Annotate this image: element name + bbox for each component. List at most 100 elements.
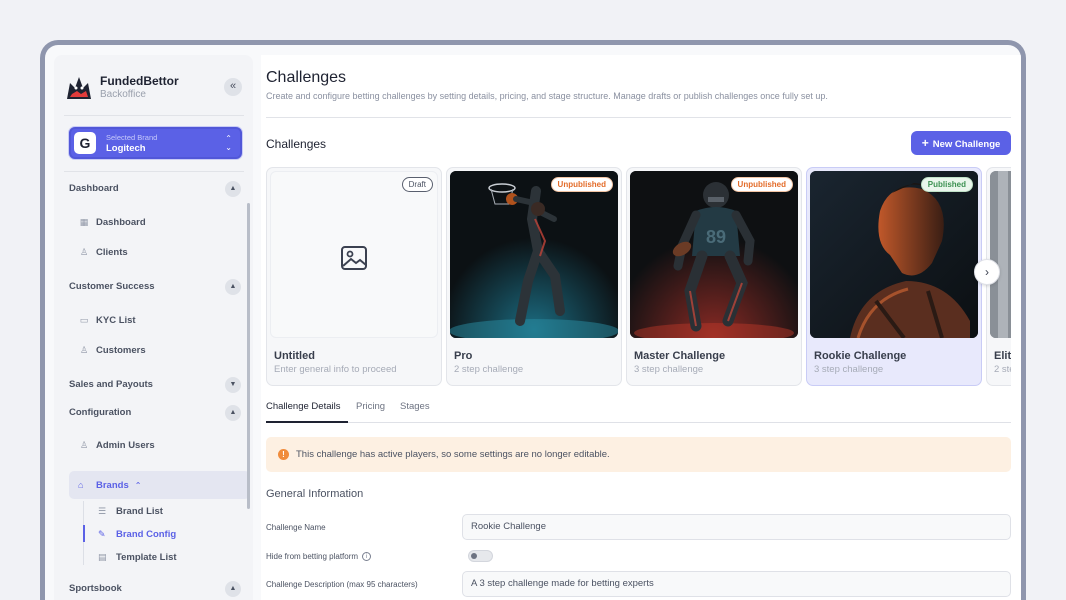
app-frame: FundedBettor Backoffice « G Selected Bra…	[40, 40, 1026, 600]
hide-platform-toggle[interactable]	[468, 550, 493, 562]
divider	[64, 115, 244, 116]
sidebar-item-kyc-list[interactable]: ▭ KYC List	[78, 315, 136, 326]
sidebar-item-label: Customers	[96, 345, 146, 356]
challenge-description-label: Challenge Description (max 95 characters…	[266, 580, 418, 589]
collapse-sidebar-icon[interactable]: «	[224, 78, 242, 96]
nav-section-customer-success[interactable]: Customer Success	[69, 281, 155, 292]
sidebar-item-clients[interactable]: ♙ Clients	[78, 247, 128, 258]
list-icon: ☰	[98, 506, 107, 516]
card-image-placeholder	[270, 171, 438, 338]
brand-select-label: Selected Brand	[106, 133, 158, 142]
sidebar-subitem-template-list[interactable]: ▤ Template List	[98, 552, 177, 563]
sidebar-item-label: Admin Users	[96, 440, 155, 451]
form-section-title: General Information	[266, 488, 364, 500]
divider	[266, 117, 1011, 118]
challenge-card-pro[interactable]: Unpublished Pro 2 step challenge	[446, 167, 622, 386]
chevron-down-icon[interactable]: ▼	[225, 377, 241, 393]
chevron-up-icon[interactable]: ▲	[225, 581, 241, 597]
card-title: Pro	[454, 350, 473, 362]
id-card-icon: ▭	[79, 315, 89, 325]
football-player-image: 89	[630, 171, 798, 338]
warning-alert: ! This challenge has active players, so …	[266, 437, 1011, 472]
card-image: 89	[630, 171, 798, 338]
card-image	[810, 171, 978, 338]
store-icon: ⌂	[78, 480, 84, 490]
grid-icon: ▦	[79, 217, 89, 227]
chevron-up-icon[interactable]: ▲	[225, 181, 241, 197]
card-description: Enter general info to proceed	[274, 364, 397, 375]
card-title: Untitled	[274, 350, 315, 362]
warning-icon: !	[278, 449, 289, 460]
athlete-image	[990, 171, 1011, 338]
nav-section-sportsbook[interactable]: Sportsbook	[69, 583, 122, 594]
user-icon: ♙	[79, 247, 89, 257]
section-title: Challenges	[266, 137, 327, 151]
challenge-card-rookie[interactable]: Published Rookie Challenge 3 step challe…	[806, 167, 982, 386]
hide-platform-label: Hide from betting platform i	[266, 552, 372, 561]
card-title: Master Challenge	[634, 350, 726, 362]
card-title: Elite	[994, 350, 1011, 362]
challenge-name-input[interactable]: Rookie Challenge	[462, 514, 1011, 540]
toggle-knob	[471, 553, 477, 559]
alert-text: This challenge has active players, so so…	[296, 449, 610, 460]
card-description: 3 step challenge	[814, 364, 884, 375]
card-title: Rookie Challenge	[814, 350, 907, 362]
divider	[64, 171, 244, 172]
app-name: FundedBettor	[100, 74, 179, 88]
status-badge: Unpublished	[550, 177, 613, 192]
chevron-up-icon[interactable]: ▲	[225, 279, 241, 295]
tab-challenge-details[interactable]: Challenge Details	[266, 401, 340, 412]
nav-section-dashboard[interactable]: Dashboard	[69, 183, 119, 194]
page-title: Challenges	[266, 69, 347, 86]
app-brand: FundedBettor Backoffice «	[64, 71, 244, 105]
new-challenge-button[interactable]: + New Challenge	[911, 131, 1011, 155]
svg-text:89: 89	[706, 227, 726, 247]
sidebar-item-label: Clients	[96, 247, 128, 258]
sidebar-subitem-brand-list[interactable]: ☰ Brand List	[98, 506, 163, 517]
nav-section-sales-payouts[interactable]: Sales and Payouts	[69, 379, 153, 390]
challenge-name-label: Challenge Name	[266, 523, 326, 532]
chevron-up-icon[interactable]: ▲	[225, 405, 241, 421]
card-image	[990, 171, 1011, 338]
challenge-card-untitled[interactable]: Draft Untitled Enter general info to pro…	[266, 167, 442, 386]
submenu-active-marker	[83, 525, 85, 542]
info-icon[interactable]: i	[362, 552, 372, 561]
brand-select-value: Logitech	[106, 143, 146, 154]
challenge-card-master[interactable]: 89 Unpublished Master Challenge 3 step c…	[626, 167, 802, 386]
user-icon: ♙	[79, 440, 89, 450]
card-description: 2 step challenge	[994, 364, 1011, 375]
chevron-up-down-icon: ⌃ ⌄	[225, 134, 232, 152]
app-subtitle: Backoffice	[100, 89, 146, 100]
status-badge: Published	[920, 177, 973, 192]
sidebar-item-label: Dashboard	[96, 217, 146, 228]
sidebar: FundedBettor Backoffice « G Selected Bra…	[54, 55, 253, 600]
basketball-player-image	[450, 171, 618, 338]
status-badge: Unpublished	[730, 177, 793, 192]
card-image	[450, 171, 618, 338]
challenge-description-input[interactable]: A 3 step challenge made for betting expe…	[462, 571, 1011, 597]
brand-logo-icon: G	[74, 132, 96, 154]
card-description: 2 step challenge	[454, 364, 524, 375]
sidebar-scrollbar[interactable]	[247, 203, 250, 509]
page-subtitle: Create and configure betting challenges …	[266, 91, 828, 101]
tab-bar: Challenge Details Pricing Stages	[266, 400, 1011, 423]
plus-icon: +	[921, 136, 929, 150]
active-tab-indicator	[266, 421, 348, 423]
tab-pricing[interactable]: Pricing	[356, 401, 385, 412]
wolf-logo-icon	[67, 77, 91, 99]
nav-section-configuration[interactable]: Configuration	[69, 407, 131, 418]
sidebar-item-dashboard[interactable]: ▦ Dashboard	[78, 217, 146, 228]
sidebar-subitem-brand-config[interactable]: ✎ Brand Config	[98, 529, 176, 540]
sidebar-item-admin-users[interactable]: ♙ Admin Users	[78, 440, 155, 451]
athlete-portrait-image	[810, 171, 978, 338]
chevron-up-icon: ⌃	[134, 481, 142, 490]
wrench-icon: ✎	[98, 529, 106, 539]
sidebar-item-brands-label[interactable]: ⌂ Brands ⌃	[78, 480, 141, 491]
users-icon: ♙	[79, 345, 89, 355]
carousel-next-chevron-right-icon[interactable]: ›	[974, 259, 1000, 285]
main-content: Challenges Create and configure betting …	[261, 55, 1021, 600]
image-placeholder-icon	[341, 246, 367, 270]
tab-stages[interactable]: Stages	[400, 401, 430, 412]
sidebar-item-customers[interactable]: ♙ Customers	[78, 345, 146, 356]
brand-selector[interactable]: G Selected Brand Logitech ⌃ ⌄	[69, 127, 242, 159]
